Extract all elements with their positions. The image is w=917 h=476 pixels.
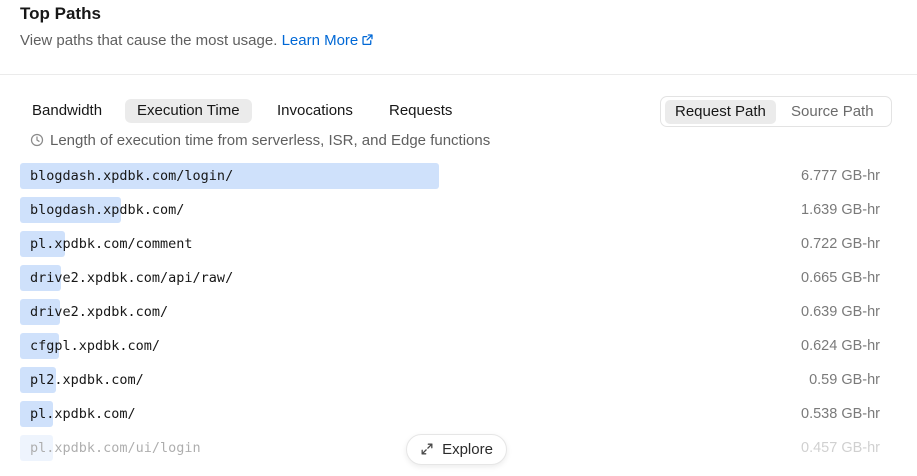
metric-description: Length of execution time from serverless… — [30, 132, 490, 149]
row-path: cfgpl.xpdbk.com/ — [30, 338, 161, 354]
row-value: 6.777 GB-hr — [801, 168, 880, 184]
table-row[interactable]: blogdash.xpdbk.com/1.639 GB-hr — [20, 197, 880, 223]
subtitle-text: View paths that cause the most usage. — [20, 32, 278, 49]
row-value: 0.639 GB-hr — [801, 304, 880, 320]
request-path-toggle[interactable]: Request Path — [665, 100, 776, 124]
row-path: drive2.xpdbk.com/ — [30, 304, 169, 320]
table-row[interactable]: pl.xpdbk.com/comment 0.722 GB-hr — [20, 231, 880, 257]
row-path: pl2.xpdbk.com/ — [30, 372, 144, 388]
external-link-icon — [362, 34, 373, 46]
table-row[interactable]: pl2.xpdbk.com/0.59 GB-hr — [20, 367, 880, 393]
row-path: blogdash.xpdbk.com/ — [30, 202, 185, 218]
section-title: Top Paths — [20, 4, 101, 23]
path-type-toggle: Request Path Source Path — [660, 96, 892, 127]
tab-execution-time[interactable]: Execution Time — [125, 99, 252, 123]
row-path: pl.xpdbk.com/ui/login — [30, 440, 201, 456]
tab-bandwidth[interactable]: Bandwidth — [20, 99, 114, 123]
tab-requests[interactable]: Requests — [377, 99, 464, 123]
source-path-toggle[interactable]: Source Path — [781, 100, 884, 124]
row-value: 0.538 GB-hr — [801, 406, 880, 422]
row-value: 0.665 GB-hr — [801, 270, 880, 286]
tab-invocations[interactable]: Invocations — [265, 99, 365, 123]
learn-more-link[interactable]: Learn More — [282, 32, 375, 49]
clock-icon — [30, 133, 44, 147]
row-value: 0.722 GB-hr — [801, 236, 880, 252]
row-path: pl.xpdbk.com/comment — [30, 236, 193, 252]
explore-label: Explore — [442, 441, 493, 458]
header-divider — [0, 74, 917, 75]
expand-icon — [421, 443, 433, 455]
table-row[interactable]: pl.xpdbk.com/0.538 GB-hr — [20, 401, 880, 427]
table-row[interactable]: cfgpl.xpdbk.com/0.624 GB-hr — [20, 333, 880, 359]
row-value: 1.639 GB-hr — [801, 202, 880, 218]
row-value: 0.624 GB-hr — [801, 338, 880, 354]
row-path: pl.xpdbk.com/ — [30, 406, 136, 422]
explore-button[interactable]: Explore — [406, 434, 507, 465]
table-row[interactable]: blogdash.xpdbk.com/login/6.777 GB-hr — [20, 163, 880, 189]
table-row[interactable]: drive2.xpdbk.com/0.639 GB-hr — [20, 299, 880, 325]
row-path: drive2.xpdbk.com/api/raw/ — [30, 270, 234, 286]
description-text: Length of execution time from serverless… — [50, 132, 491, 149]
section-subtitle: View paths that cause the most usage. Le… — [20, 32, 374, 49]
row-value: 0.457 GB-hr — [801, 440, 880, 456]
learn-more-label: Learn More — [281, 32, 359, 49]
row-value: 0.59 GB-hr — [809, 372, 880, 388]
table-row[interactable]: drive2.xpdbk.com/api/raw/0.665 GB-hr — [20, 265, 880, 291]
row-path: blogdash.xpdbk.com/login/ — [30, 168, 234, 184]
